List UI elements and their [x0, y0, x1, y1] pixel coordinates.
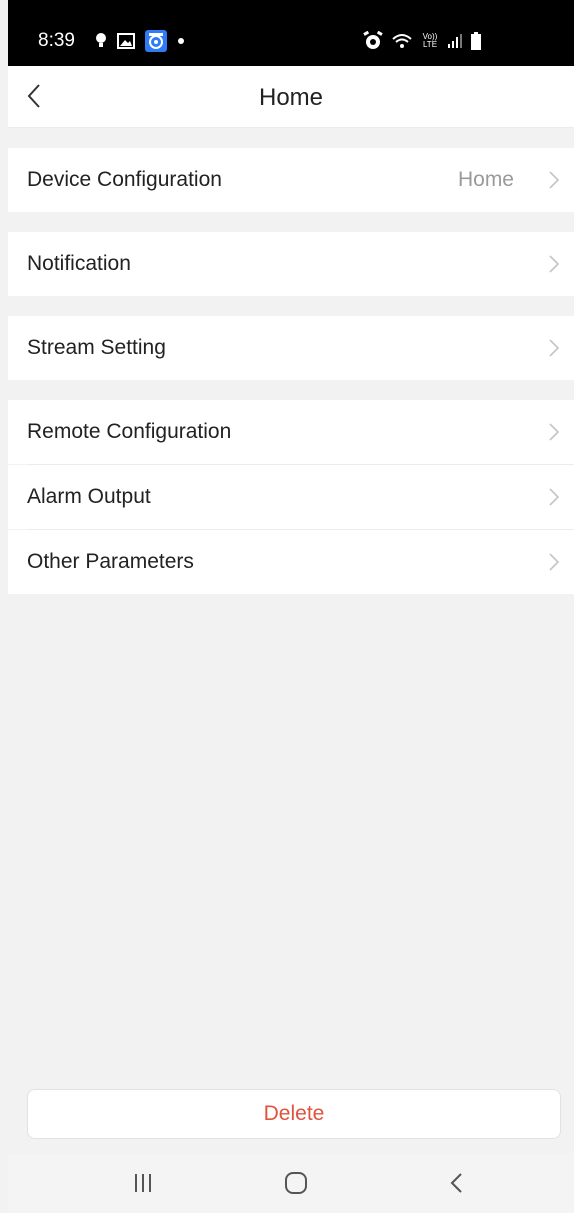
battery-icon: [471, 32, 481, 50]
back-icon: [450, 1173, 462, 1193]
status-time: 8:39: [38, 30, 75, 51]
settings-item-label: Remote Configuration: [27, 420, 232, 443]
bulb-icon: [96, 33, 106, 47]
chevron-right-icon: [549, 553, 560, 571]
dot-icon: [178, 38, 184, 44]
settings-item-label: Stream Setting: [27, 336, 166, 359]
system-back-button[interactable]: [426, 1165, 486, 1201]
app-icon: [145, 30, 167, 52]
chevron-right-icon: [549, 339, 560, 357]
delete-button[interactable]: Delete: [27, 1089, 561, 1139]
settings-item-device-configuration[interactable]: Device Configuration Home: [8, 148, 574, 212]
settings-item-other-parameters[interactable]: Other Parameters: [8, 530, 574, 594]
page-title: Home: [258, 84, 324, 111]
signal-icon: [448, 34, 462, 48]
settings-item-label: Other Parameters: [27, 550, 194, 573]
app-header: Home: [8, 66, 574, 128]
settings-item-notification[interactable]: Notification: [8, 232, 574, 296]
recent-apps-button[interactable]: [113, 1165, 173, 1201]
settings-item-label: Alarm Output: [27, 485, 151, 508]
alarm-icon: [363, 31, 383, 49]
settings-item-stream-setting[interactable]: Stream Setting: [8, 316, 574, 380]
chevron-right-icon: [549, 171, 560, 189]
image-icon: [117, 33, 135, 49]
settings-item-alarm-output[interactable]: Alarm Output: [8, 465, 574, 529]
recent-apps-icon: [135, 1174, 151, 1192]
chevron-right-icon: [549, 255, 560, 273]
chevron-right-icon: [549, 488, 560, 506]
settings-item-label: Device Configuration: [27, 168, 222, 191]
chevron-right-icon: [549, 423, 560, 441]
network-type-label: Vo)) LTE: [422, 32, 438, 49]
home-button[interactable]: [266, 1165, 326, 1201]
wifi-icon: [392, 34, 412, 48]
settings-item-remote-configuration[interactable]: Remote Configuration: [8, 400, 574, 464]
system-nav-bar: [8, 1153, 574, 1213]
status-bar: 8:39 Vo)) LTE: [8, 0, 574, 66]
status-right-icons: Vo)) LTE: [363, 28, 481, 54]
status-left-icons: [95, 28, 185, 54]
settings-item-value: Home: [457, 168, 514, 191]
home-icon: [285, 1172, 307, 1194]
settings-item-label: Notification: [27, 252, 131, 275]
